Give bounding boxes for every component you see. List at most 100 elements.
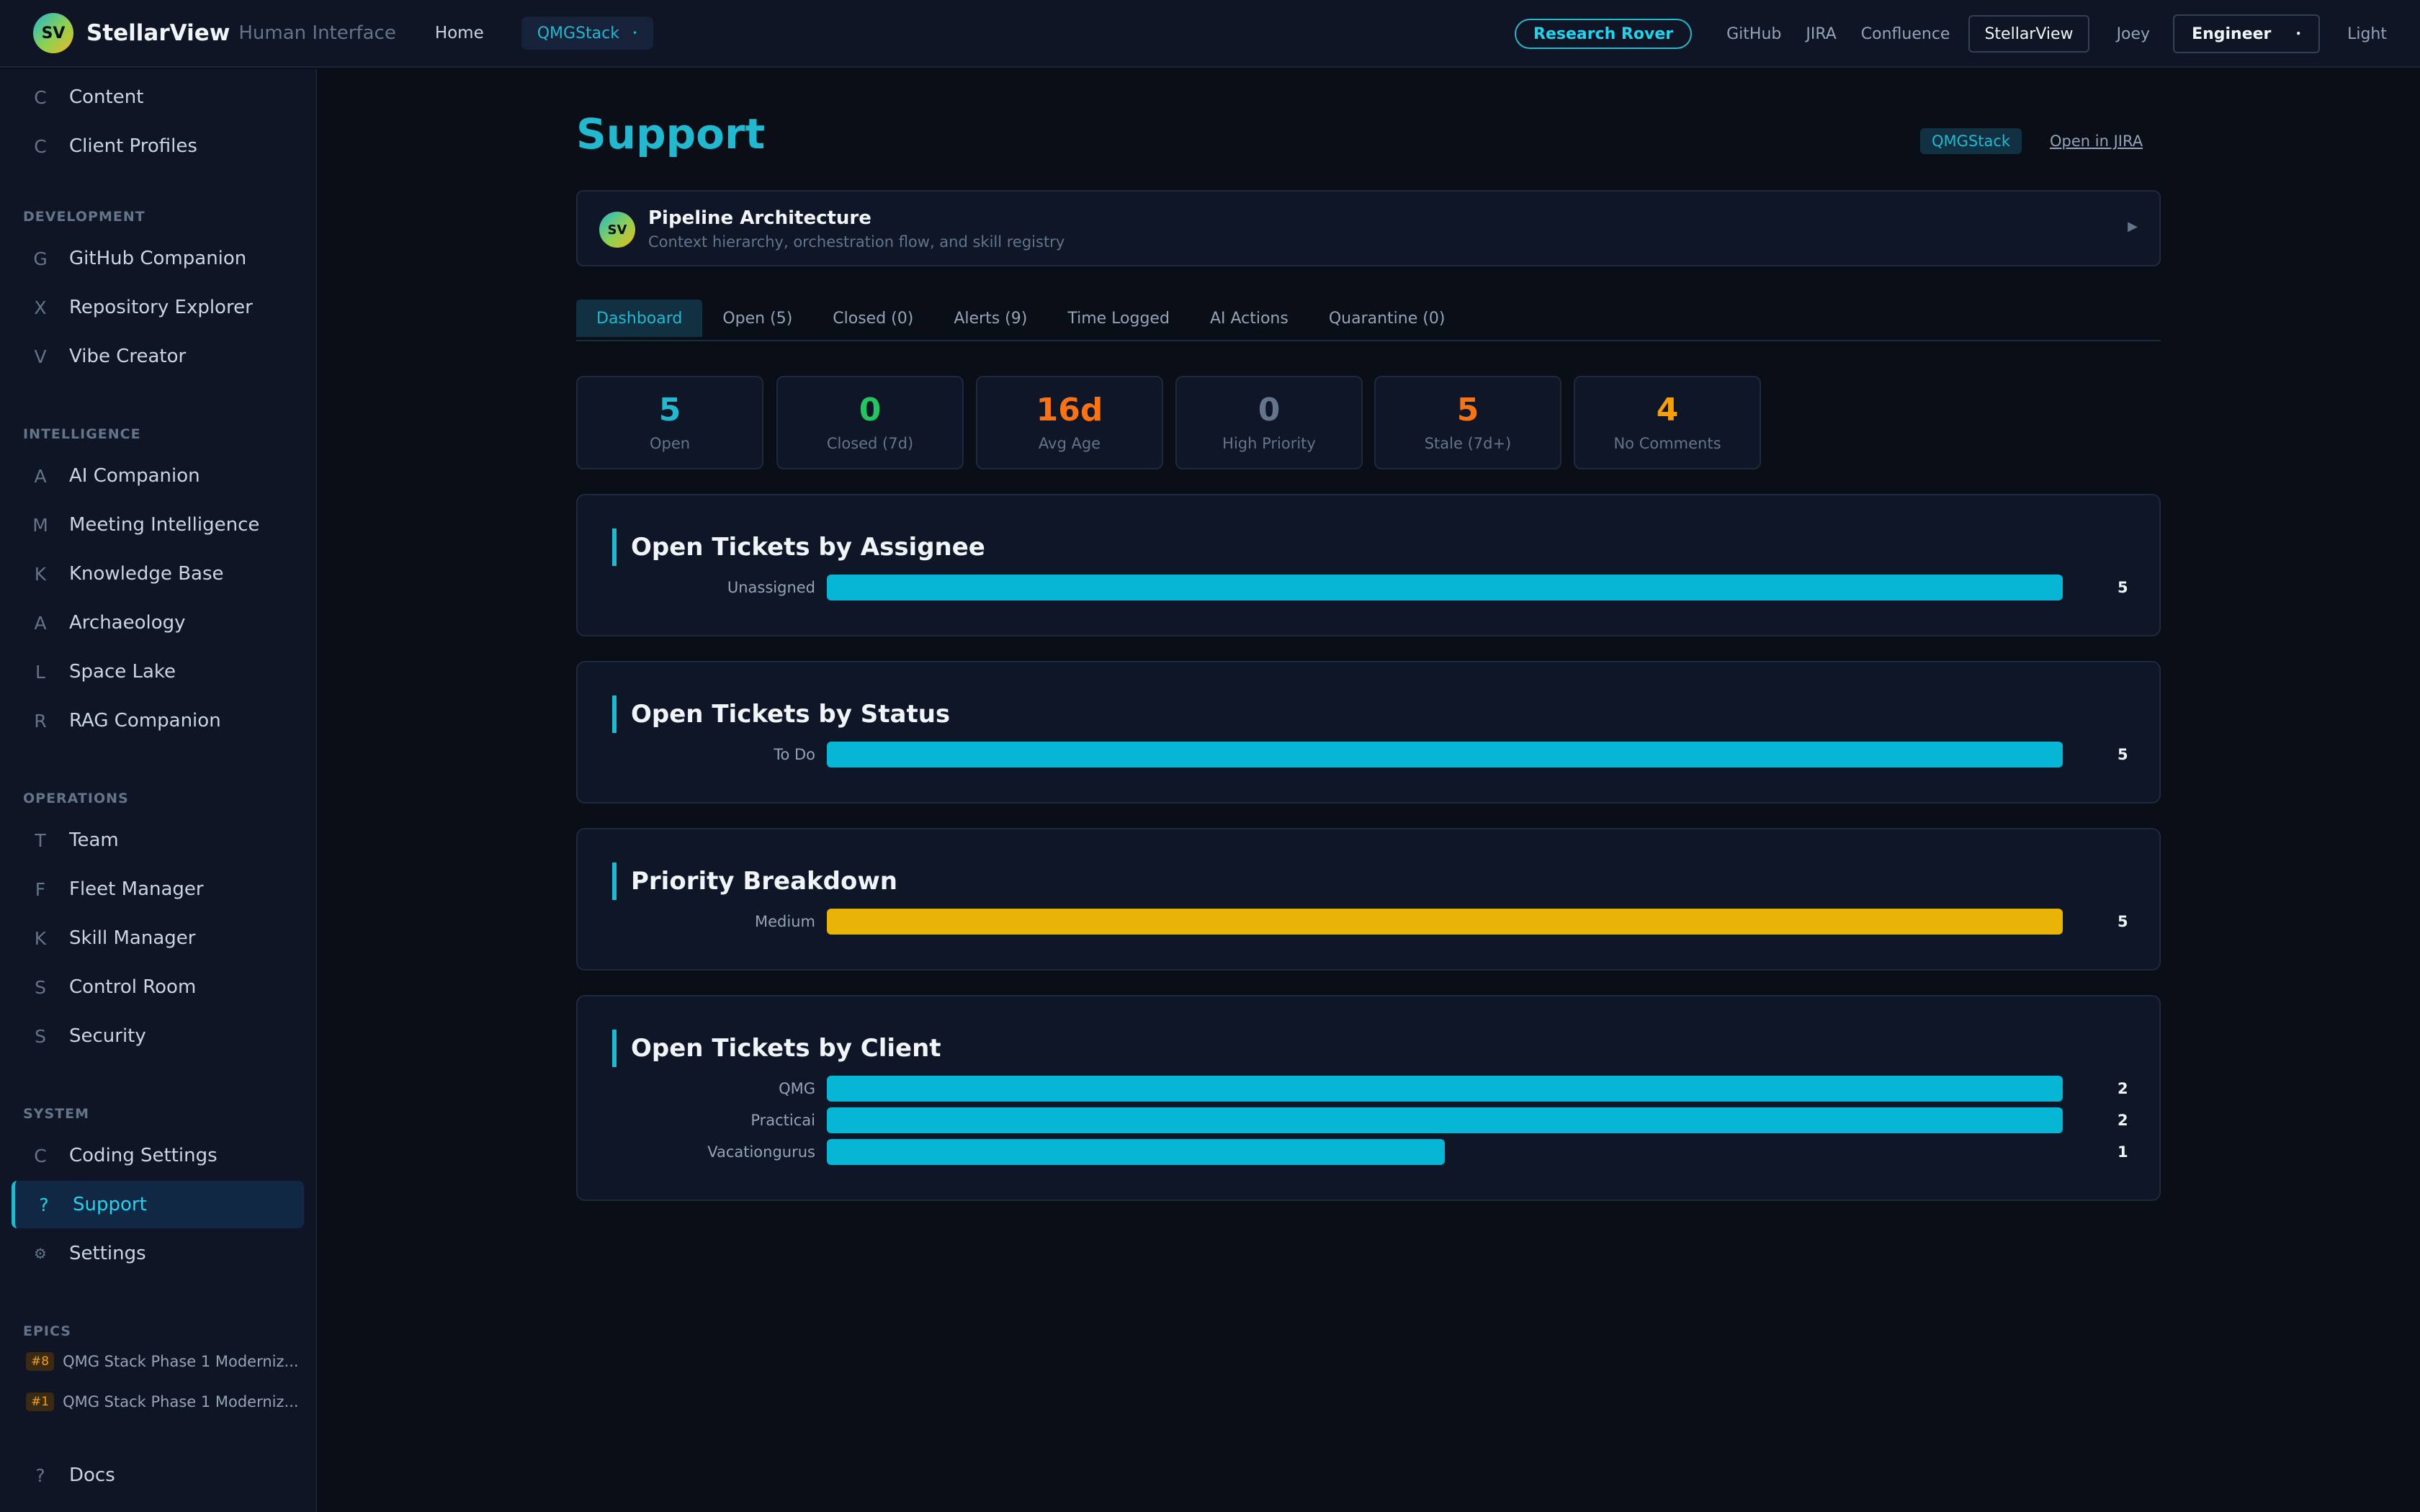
- nav-link-stellarview[interactable]: StellarView: [1968, 15, 2089, 53]
- bar-row: Vacationgurus 1: [578, 1139, 2162, 1165]
- sidebar-item-label: Docs: [69, 1464, 115, 1486]
- chevron-down-icon: •: [632, 28, 638, 38]
- sidebar-item-label: Meeting Intelligence: [69, 514, 260, 536]
- role-select[interactable]: Engineer •: [2173, 14, 2321, 53]
- stat-card-closed: 0 Closed (7d): [776, 376, 964, 469]
- sidebar-item-support[interactable]: ? Support: [12, 1181, 304, 1228]
- pipeline-title: Pipeline Architecture: [648, 207, 871, 229]
- sidebar-item-space-lake[interactable]: L Space Lake: [12, 648, 304, 696]
- chart-title: Priority Breakdown: [612, 863, 897, 900]
- stat-card-no-comments: 4 No Comments: [1574, 376, 1761, 469]
- bar-label: Medium: [755, 913, 815, 930]
- sidebar-section-operations: OPERATIONS: [23, 791, 129, 806]
- sidebar-item-content[interactable]: C Content: [12, 73, 304, 121]
- sidebar-item-security[interactable]: S Security: [12, 1012, 304, 1060]
- sidebar-item-vibe-creator[interactable]: V Vibe Creator: [12, 333, 304, 380]
- coding-settings-icon: C: [34, 1145, 47, 1166]
- user-name[interactable]: Joey: [2117, 25, 2151, 43]
- stat-label: Open: [649, 435, 691, 452]
- sidebar-item-settings[interactable]: ⚙ Settings: [12, 1230, 304, 1277]
- epic-item[interactable]: #1 QMG Stack Phase 1 Moderniz...: [26, 1392, 299, 1411]
- sidebar-section-intelligence: INTELLIGENCE: [23, 426, 141, 442]
- workspace-select-value: QMGStack: [537, 24, 619, 42]
- tab-quarantine[interactable]: Quarantine (0): [1309, 300, 1466, 337]
- nav-link-jira[interactable]: JIRA: [1806, 25, 1836, 43]
- sidebar-item-control-room[interactable]: S Control Room: [12, 963, 304, 1011]
- open-in-jira-link[interactable]: Open in JIRA: [2050, 132, 2143, 150]
- epic-tag: #8: [26, 1352, 55, 1371]
- page-title: Support: [576, 109, 766, 158]
- chart-title: Open Tickets by Status: [612, 696, 950, 733]
- sidebar-item-fleet-manager[interactable]: F Fleet Manager: [12, 865, 304, 913]
- bar-track: [827, 742, 2063, 768]
- tab-time-logged[interactable]: Time Logged: [1047, 300, 1190, 337]
- nav-home-link[interactable]: Home: [435, 24, 484, 42]
- bar-row: To Do 5: [578, 742, 2162, 768]
- stat-label: Stale (7d+): [1424, 435, 1512, 452]
- bar-label: Vacationgurus: [707, 1143, 815, 1161]
- knowledge-base-icon: K: [34, 563, 47, 585]
- space-lake-icon: L: [35, 661, 45, 683]
- sidebar-item-archaeology[interactable]: A Archaeology: [12, 599, 304, 647]
- nav-link-confluence[interactable]: Confluence: [1861, 25, 1950, 43]
- bar-value-label: 5: [2118, 746, 2128, 763]
- help-icon: ?: [35, 1464, 45, 1486]
- sidebar-item-knowledge-base[interactable]: K Knowledge Base: [12, 550, 304, 598]
- brand[interactable]: SV StellarView Human Interface: [33, 13, 396, 53]
- bar-track: [827, 1139, 2063, 1165]
- app-logo: SV: [33, 13, 73, 53]
- tab-dashboard[interactable]: Dashboard: [576, 300, 703, 337]
- pipeline-architecture-card[interactable]: SV Pipeline Architecture Context hierarc…: [576, 190, 2161, 266]
- stat-card-avg-age: 16d Avg Age: [976, 376, 1163, 469]
- archaeology-icon: A: [34, 612, 47, 634]
- bar-label: To Do: [774, 746, 815, 763]
- tab-closed[interactable]: Closed (0): [812, 300, 933, 337]
- sidebar-item-team[interactable]: T Team: [12, 816, 304, 864]
- nav-link-github[interactable]: GitHub: [1726, 25, 1781, 43]
- chart-title: Open Tickets by Client: [612, 1030, 941, 1067]
- tab-open[interactable]: Open (5): [702, 300, 812, 337]
- theme-toggle[interactable]: Light: [2347, 25, 2387, 43]
- sidebar-item-ai-companion[interactable]: A AI Companion: [12, 452, 304, 500]
- sidebar-item-meeting-intelligence[interactable]: M Meeting Intelligence: [12, 501, 304, 549]
- sidebar-section-system: SYSTEM: [23, 1106, 89, 1122]
- sidebar-item-skill-manager[interactable]: K Skill Manager: [12, 914, 304, 962]
- sidebar-item-github-companion[interactable]: G GitHub Companion: [12, 235, 304, 282]
- sidebar-item-label: GitHub Companion: [69, 248, 247, 269]
- bar-value-label: 2: [2118, 1112, 2128, 1129]
- github-companion-icon: G: [33, 248, 48, 269]
- research-rover-button[interactable]: Research Rover: [1515, 19, 1693, 49]
- expand-arrow-icon[interactable]: ▶: [2128, 219, 2138, 234]
- chart-panel-status: Open Tickets by Status To Do 5: [576, 661, 2161, 804]
- stat-value: 16d: [1036, 392, 1103, 428]
- sidebar-item-label: RAG Companion: [69, 710, 221, 732]
- tab-bar: Dashboard Open (5) Closed (0) Alerts (9)…: [576, 300, 2161, 341]
- gear-icon: ⚙: [34, 1245, 47, 1262]
- brand-name: StellarView: [86, 20, 230, 46]
- role-select-value: Engineer: [2192, 24, 2272, 43]
- tab-alerts[interactable]: Alerts (9): [933, 300, 1047, 337]
- bar: [827, 575, 2063, 600]
- stat-label: Closed (7d): [826, 435, 914, 452]
- workspace-select[interactable]: QMGStack •: [521, 17, 654, 50]
- sidebar-item-label: Knowledge Base: [69, 563, 224, 585]
- sidebar-item-label: Skill Manager: [69, 927, 196, 949]
- skill-manager-icon: K: [34, 927, 47, 949]
- bar-track: [827, 1076, 2063, 1102]
- chart-panel-client: Open Tickets by Client QMG 2 Practicai 2 Vac…: [576, 995, 2161, 1201]
- bar-value-label: 5: [2118, 913, 2128, 930]
- sidebar-item-repository-explorer[interactable]: X Repository Explorer: [12, 284, 304, 331]
- bar: [827, 1139, 1445, 1165]
- bar-label: QMG: [779, 1080, 815, 1097]
- control-room-icon: S: [35, 976, 46, 998]
- tab-ai-actions[interactable]: AI Actions: [1190, 300, 1309, 337]
- sidebar-item-docs[interactable]: ? Docs: [12, 1452, 304, 1499]
- sidebar-item-label: Space Lake: [69, 661, 176, 683]
- sidebar-item-client-profiles[interactable]: C Client Profiles: [12, 122, 304, 170]
- sidebar-item-rag-companion[interactable]: R RAG Companion: [12, 697, 304, 744]
- sidebar-item-label: Security: [69, 1025, 146, 1047]
- sidebar-item-coding-settings[interactable]: C Coding Settings: [12, 1132, 304, 1179]
- sidebar-item-label: Settings: [69, 1243, 146, 1264]
- bar-track: [827, 1107, 2063, 1133]
- epic-item[interactable]: #8 QMG Stack Phase 1 Moderniz...: [26, 1352, 299, 1371]
